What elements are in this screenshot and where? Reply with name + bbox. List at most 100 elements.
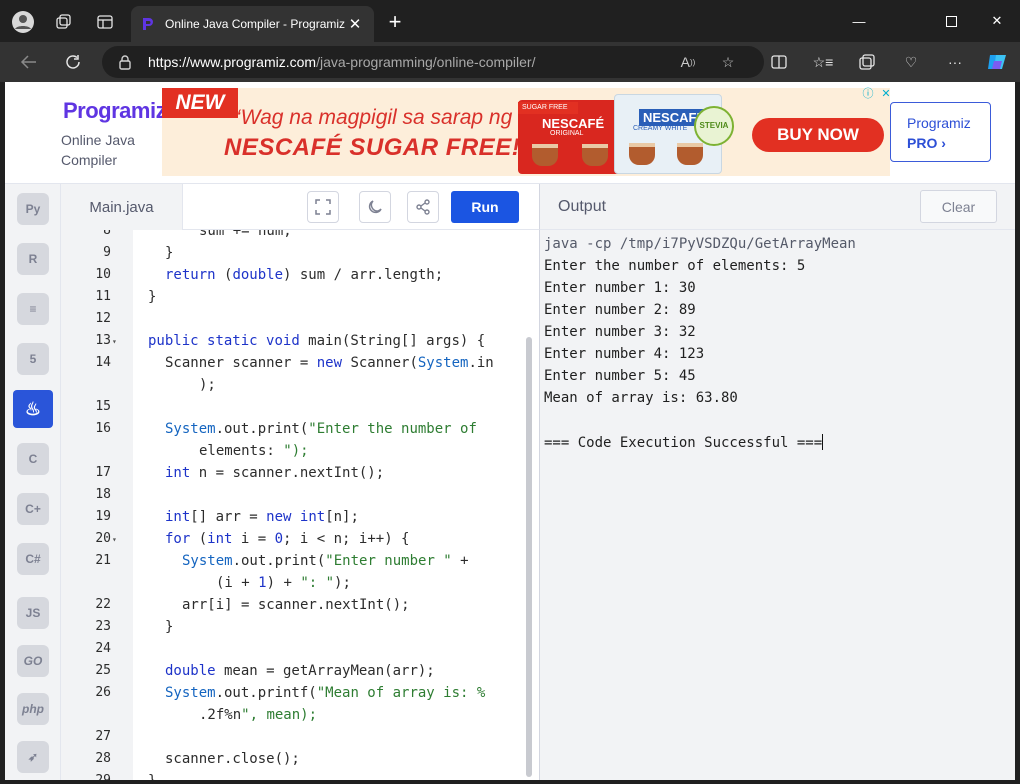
cpp-icon: C+ [17, 493, 49, 525]
code-line: sum += num; [199, 230, 292, 239]
output-line: Enter number 3: 32 [544, 324, 696, 340]
favorites-icon[interactable]: ☆≡ [808, 48, 838, 76]
address-bar-row: https://www.programiz.com/java-programmi… [0, 42, 1020, 82]
sidebar-item-java[interactable]: ♨ [13, 390, 53, 428]
line-number: 12 [95, 311, 111, 326]
code-line: (i + 1) + ": "); [216, 575, 351, 591]
code-line: System.out.print("Enter number " + [182, 553, 469, 569]
code-line: } [148, 289, 157, 305]
output-toolbar: Output Clear [539, 184, 1015, 230]
pack-tag: SUGAR FREE [518, 102, 578, 114]
collections-icon[interactable] [852, 48, 882, 76]
more-menu-icon[interactable]: ··· [940, 48, 970, 76]
line-number: 24 [95, 641, 111, 656]
ad-product-pack-original: SUGAR FREE NESCAFÉ ORIGINAL [518, 100, 628, 174]
line-number: 16 [95, 421, 111, 436]
code-line: System.out.print("Enter the number of [165, 421, 477, 437]
split-screen-icon[interactable] [764, 48, 794, 76]
sidebar-item-c[interactable]: C [13, 440, 53, 478]
browser-titlebar: Online Java Compiler - Programiz ✕ + — ✕ [0, 0, 1020, 42]
url-field[interactable]: https://www.programiz.com/java-programmi… [102, 46, 764, 78]
maximize-icon[interactable] [928, 0, 974, 42]
dark-mode-moon-icon[interactable] [359, 191, 391, 223]
sidebar-item-cpp[interactable]: C+ [13, 490, 53, 528]
output-title: Output [558, 198, 607, 215]
line-number: 11 [95, 289, 111, 304]
file-tab-main-java[interactable]: Main.java [61, 184, 183, 230]
profile-avatar-icon[interactable] [9, 8, 37, 36]
sidebar-item-csharp[interactable]: C# [13, 540, 53, 578]
c-icon: C [17, 443, 49, 475]
favorite-star-icon[interactable]: ☆ [714, 46, 742, 78]
sql-icon: ≡ [17, 293, 49, 325]
code-line: for (int i = 0; i < n; i++) { [165, 531, 410, 547]
code-line: elements: "); [199, 443, 309, 459]
fold-toggle-icon[interactable]: ▾ [112, 337, 117, 346]
editor-scrollbar[interactable] [526, 337, 532, 777]
ad-new-badge: NEW [162, 88, 238, 118]
fold-toggle-icon[interactable]: ▾ [112, 535, 117, 544]
coffee-cup-icon [532, 144, 558, 166]
line-number: 29 [61, 773, 111, 780]
close-window-icon[interactable]: ✕ [974, 0, 1020, 42]
tab-actions-icon[interactable] [91, 8, 119, 36]
sidebar-item-sql[interactable]: ≡ [13, 290, 53, 328]
code-line: } [148, 773, 156, 780]
buy-now-button[interactable]: BUY NOW [752, 118, 884, 152]
line-number: 26 [95, 685, 111, 700]
tab-close-icon[interactable]: ✕ [346, 15, 364, 33]
coffee-cup-icon [629, 143, 655, 165]
fullscreen-icon[interactable] [307, 191, 339, 223]
browser-tab-active[interactable]: Online Java Compiler - Programiz ✕ [131, 6, 374, 42]
coffee-cup-icon [582, 144, 608, 166]
tab-title: Online Java Compiler - Programiz [165, 17, 346, 31]
output-command-line: java -cp /tmp/i7PyVSDZQu/GetArrayMean [544, 236, 856, 252]
line-number: 14 [95, 355, 111, 370]
share-icon[interactable] [407, 191, 439, 223]
sidebar-item-php[interactable]: php [13, 690, 53, 728]
read-aloud-icon[interactable]: A)) [674, 46, 702, 78]
url-text: https://www.programiz.com/java-programmi… [148, 54, 535, 70]
refresh-icon[interactable] [58, 48, 88, 76]
pro-line-2: PRO › [907, 135, 946, 151]
csharp-icon: C# [17, 543, 49, 575]
line-number: 8 [103, 230, 111, 238]
output-console[interactable]: java -cp /tmp/i7PyVSDZQu/GetArrayMean Ent… [539, 230, 1015, 780]
line-number: 9 [103, 245, 111, 260]
line-number: 10 [95, 267, 111, 282]
ad-banner[interactable]: NEW ‘Wag na magpigil sa sarap ng NESCAFÉ… [162, 88, 890, 176]
line-number: 25 [95, 663, 111, 678]
logo-text: Programiz [63, 98, 167, 123]
sidebar-item-swift[interactable]: ➶ [13, 738, 53, 776]
code-editor[interactable]: 8 sum += num; 9} 10 return (double) sum / ar… [61, 230, 539, 780]
line-number: 22 [95, 597, 111, 612]
ad-info-icon[interactable]: ⓘ [861, 86, 875, 100]
sidebar-item-go[interactable]: GO [13, 642, 53, 680]
line-number: 19 [95, 509, 111, 524]
line-number: 17 [95, 465, 111, 480]
sidebar-item-js[interactable]: JS [13, 594, 53, 632]
programiz-favicon-icon [143, 18, 153, 30]
ad-close-icon[interactable]: ✕ [879, 86, 893, 100]
minimize-icon[interactable]: — [836, 0, 882, 42]
clear-button[interactable]: Clear [920, 190, 997, 223]
editor-toolbar: Main.java Run [61, 184, 539, 230]
workspaces-icon[interactable] [50, 8, 78, 36]
sidebar-item-python[interactable]: Py [13, 190, 53, 228]
pro-line-1: Programiz [907, 115, 971, 131]
lock-icon [119, 55, 131, 70]
code-line: Scanner scanner = new Scanner(System.in [165, 355, 494, 371]
copilot-icon[interactable] [982, 48, 1012, 76]
sidebar-item-r[interactable]: R [13, 240, 53, 278]
output-line: === Code Execution Successful === [544, 434, 824, 451]
back-icon[interactable] [14, 48, 44, 76]
java-icon: ♨ [17, 393, 49, 425]
run-button[interactable]: Run [451, 191, 519, 223]
sidebar-item-html[interactable]: 5 [13, 340, 53, 378]
browser-essentials-icon[interactable]: ♡ [896, 48, 926, 76]
programiz-pro-button[interactable]: Programiz PRO › [890, 102, 991, 162]
new-tab-button[interactable]: + [382, 10, 408, 36]
line-number: 23 [95, 619, 111, 634]
line-number: 20 [95, 531, 111, 546]
programiz-logo[interactable]: Programiz [63, 98, 167, 124]
